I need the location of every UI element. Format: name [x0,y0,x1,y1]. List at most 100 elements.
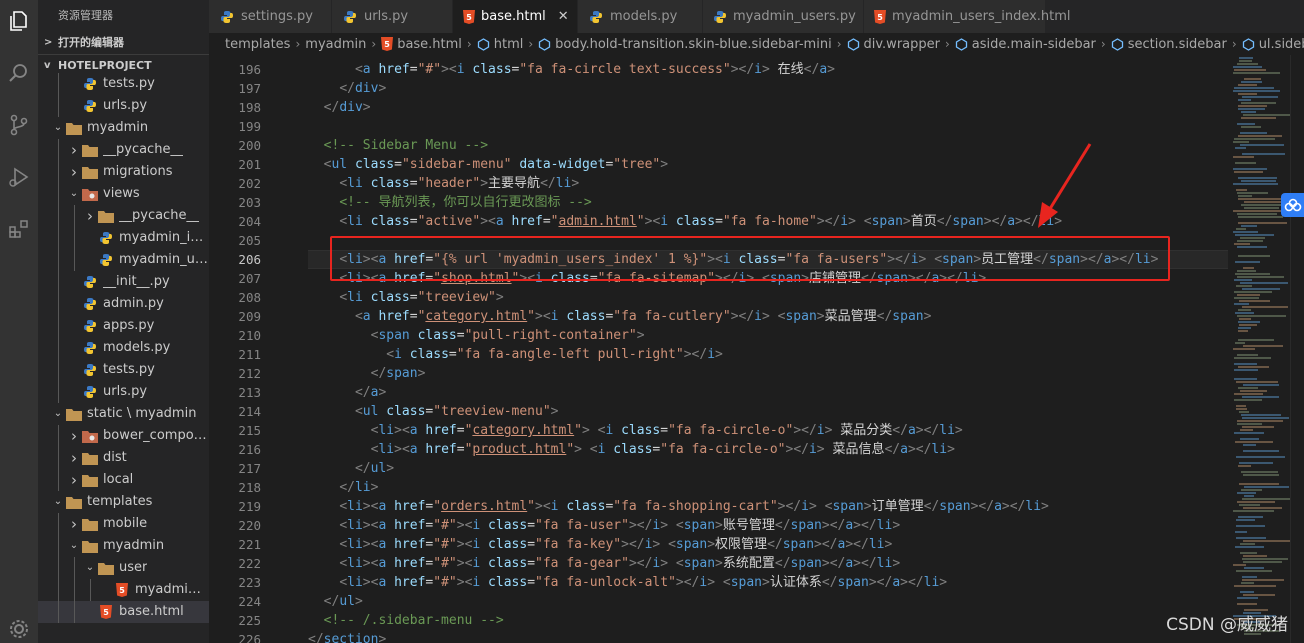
code-line[interactable]: <!-- /.sidebar-menu --> [308,611,1228,630]
tree-item[interactable]: admin.py [38,293,209,315]
tree-item[interactable]: ⌄ myadmin [38,117,209,139]
line-number: 222 [238,556,261,571]
code-line[interactable]: </div> [308,98,1228,117]
breadcrumb-item[interactable]: ul.sidebar-menu [1259,37,1304,52]
tab-label: myadmin_users_index.html [892,9,1071,24]
minimap-line [1238,135,1282,137]
code-line[interactable]: <li><a href="category.html"> <i class="f… [308,421,1228,440]
code-line[interactable]: </div> [308,79,1228,98]
breadcrumb-item[interactable]: html [494,37,524,52]
tree-item[interactable]: › bower_compone... [38,425,209,447]
code-line[interactable]: </section> [308,630,1228,643]
explorer-icon[interactable] [0,2,38,40]
extensions-icon[interactable] [0,210,38,248]
minimap[interactable] [1229,55,1290,643]
code-line[interactable]: </span> [308,364,1228,383]
code-line[interactable]: <i class="fa fa-angle-left pull-right"><… [308,345,1228,364]
code-token: 菜品信息 [824,442,885,457]
code-line[interactable]: <span class="pull-right-container"> [308,326,1228,345]
tree-item[interactable]: ⌄ myadmin [38,535,209,557]
code-token: </ [915,442,932,457]
tree-item[interactable]: myadmin_inde... [38,227,209,249]
tree-item[interactable]: urls.py [38,381,209,403]
tree-item[interactable]: 5 base.html [38,601,209,623]
code-line[interactable]: </li> [308,478,1228,497]
code-line[interactable]: <a href="#"><i class="fa fa-circle text-… [308,60,1228,79]
breadcrumb-item[interactable]: section.sidebar [1128,37,1227,52]
tree-item[interactable]: ⌄ user [38,557,209,579]
tree-item[interactable]: › local [38,469,209,491]
breadcrumb-item[interactable]: body.hold-transition.skin-blue.sidebar-m… [555,37,832,52]
tree-item[interactable]: › __pycache__ [38,205,209,227]
cloud-icon[interactable] [1281,193,1304,217]
code-line[interactable]: </a> [308,383,1228,402]
source-control-icon[interactable] [0,106,38,144]
tree-item[interactable]: ⌄ templates [38,491,209,513]
code-line[interactable]: <li><a href="#"><i class="fa fa-key"></i… [308,535,1228,554]
code-line[interactable] [308,117,1228,136]
code-token: i [394,347,402,362]
tree-item[interactable]: ⌄ static \ myadmin [38,403,209,425]
python-file-icon [82,362,98,378]
tree-item[interactable]: › mobile [38,513,209,535]
code-line[interactable]: <ul class="treeview-menu"> [308,402,1228,421]
code-token: i [808,442,817,457]
code-line[interactable]: </ul> [308,459,1228,478]
folder-icon [66,406,82,422]
code-line[interactable]: <li><a href="#"><i class="fa fa-unlock-a… [308,573,1228,592]
tab-myadmin-users-index-html[interactable]: 5 myadmin_users_index.html [864,0,1071,33]
code-line[interactable]: <a href="category.html"><i class="fa fa-… [308,307,1228,326]
tree-item[interactable]: models.py [38,337,209,359]
tree-item-label: dist [103,450,127,465]
search-icon[interactable] [0,54,38,92]
tab-models-py[interactable]: models.py [578,0,703,33]
minimap-line [1236,189,1247,191]
code-token: 权限管理 [715,537,768,552]
code-line[interactable]: <li class="treeview"> [308,288,1228,307]
tree-item[interactable]: tests.py [38,73,209,95]
folder-icon [82,538,98,554]
code-line[interactable]: <li><a href="#"><i class="fa fa-user"></… [308,516,1228,535]
tree-item[interactable]: __init__.py [38,271,209,293]
settings-gear-icon[interactable] [0,610,38,643]
code-token: </ [892,423,908,438]
tab-myadmin-users-py[interactable]: myadmin_users.py [703,0,864,33]
tree-item[interactable]: › __pycache__ [38,139,209,161]
tree-item[interactable]: tests.py [38,359,209,381]
tab-settings-py[interactable]: settings.py [209,0,332,33]
tree-item[interactable]: › dist [38,447,209,469]
breadcrumb-item[interactable]: myadmin [305,37,366,52]
element-symbol-icon [955,37,968,51]
tree-item[interactable]: urls.py [38,95,209,117]
tree-item[interactable]: 5 myadmin_use... [38,579,209,601]
vertical-scrollbar[interactable] [1290,55,1304,643]
minimap-line [1238,330,1248,332]
breadcrumb-item[interactable]: aside.main-sidebar [972,37,1096,52]
code-line[interactable]: </ul> [308,592,1228,611]
minimap-line [1237,192,1268,194]
tree-item[interactable]: myadmin_user... [38,249,209,271]
code-token: "fa fa-circle-o" [660,442,786,457]
breadcrumb-item[interactable]: templates [225,37,290,52]
tab-base-html[interactable]: 5 base.html ✕ [453,0,578,33]
code-line[interactable]: <li><a href="product.html"> <i class="fa… [308,440,1228,459]
code-line[interactable]: <li><a href="orders.html"><i class="fa f… [308,497,1228,516]
tree-item[interactable]: ⌄ views [38,183,209,205]
open-editors-section[interactable]: > 打开的编辑器 [38,32,209,54]
breadcrumb-item[interactable]: div.wrapper [864,37,940,52]
line-number: 226 [238,632,261,643]
minimap-line [1240,144,1284,146]
code-token: span [675,537,708,552]
code-token: "fa fa-angle-left pull-right" [456,347,684,362]
tree-item[interactable]: › migrations [38,161,209,183]
breadcrumb-item[interactable]: base.html [397,37,462,52]
tree-item-label: __pycache__ [119,208,200,223]
tab-urls-py[interactable]: urls.py [332,0,453,33]
code-line[interactable]: <li><a href="#"><i class="fa fa-gear"></… [308,554,1228,573]
close-icon[interactable]: ✕ [558,9,569,24]
run-debug-icon[interactable] [0,158,38,196]
tree-item[interactable]: apps.py [38,315,209,337]
